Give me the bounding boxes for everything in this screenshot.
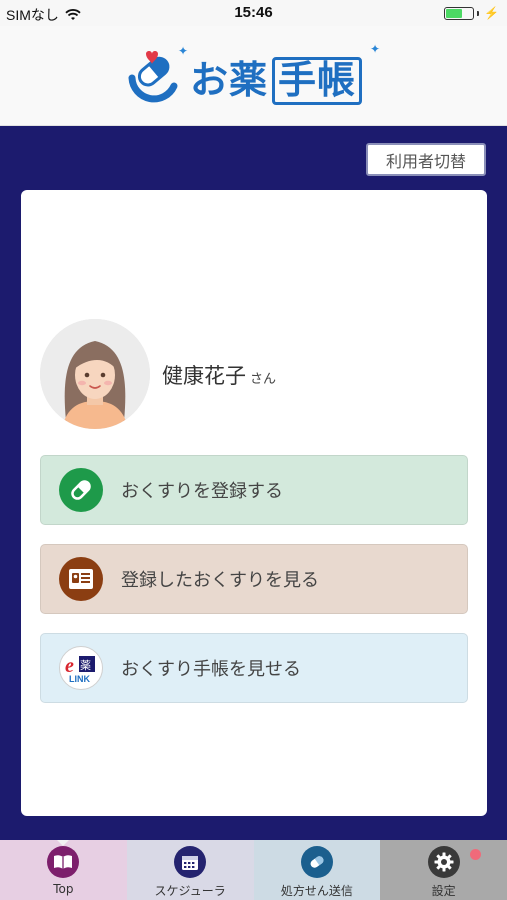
view-medicine-label: 登録したおくすりを見る [121, 570, 319, 591]
active-tab-indicator [57, 840, 70, 846]
switch-user-button[interactable]: 利用者切替 [366, 143, 486, 176]
sparkle-icon: ✦ [370, 42, 381, 56]
notification-badge [470, 849, 481, 860]
tab-top-label: Top [53, 882, 74, 896]
show-notebook-button[interactable]: e 薬 LINK おくすり手帳を見せる [40, 633, 468, 703]
view-medicine-button[interactable]: 登録したおくすりを見る [40, 544, 468, 614]
tab-top[interactable]: Top [0, 840, 127, 900]
status-bar: SIMなし 15:46 ⚡ [0, 0, 507, 26]
logo-text-a: お薬 [190, 59, 269, 102]
register-medicine-button[interactable]: おくすりを登録する [40, 455, 468, 525]
tab-settings-label: 設定 [431, 884, 456, 898]
user-name: 健康花子 さん [162, 360, 276, 390]
status-right: ⚡ [444, 6, 499, 20]
app-logo-text: お薬 手帳 [190, 49, 363, 105]
user-name-text: 健康花子 [162, 364, 246, 388]
battery-tip [477, 10, 480, 16]
app-header: お薬 手帳 ✦ ✦ [0, 26, 507, 126]
user-avatar-icon [40, 319, 150, 429]
tab-bar: Top スケジューラ 処方せん送信 設定 [0, 840, 507, 900]
tab-prescription-label: 処方せん送信 [280, 884, 353, 898]
charging-icon: ⚡ [484, 6, 499, 20]
clock: 15:46 [234, 4, 273, 21]
sparkle-icon: ✦ [178, 44, 189, 58]
user-name-suffix: さん [250, 372, 277, 387]
pill-logo-icon [128, 51, 178, 103]
tab-prescription[interactable]: 処方せん送信 [253, 840, 381, 900]
tab-scheduler-label: スケジューラ [154, 884, 226, 898]
e-kusuri-link-icon: e 薬 LINK [59, 646, 103, 690]
pill-icon [59, 468, 103, 512]
svg-text:薬: 薬 [80, 659, 91, 672]
app-logo: お薬 手帳 ✦ ✦ [126, 40, 381, 112]
book-icon [47, 846, 80, 878]
tab-scheduler[interactable]: スケジューラ [126, 840, 254, 900]
svg-text:LINK: LINK [69, 674, 90, 684]
medicine-list-icon [59, 557, 103, 601]
logo-text-b: 手帳 [272, 56, 363, 105]
show-notebook-label: おくすり手帳を見せる [121, 659, 301, 680]
prescription-icon [300, 846, 333, 878]
gear-icon [427, 846, 460, 878]
calendar-icon [174, 846, 207, 878]
battery-icon [444, 6, 475, 20]
home-card: 健康花子 さん おくすりを登録する 登録したおくすりを見る e 薬 LINK お… [21, 190, 487, 816]
avatar[interactable] [40, 319, 150, 429]
register-medicine-label: おくすりを登録する [121, 481, 283, 502]
tab-settings[interactable]: 設定 [380, 840, 507, 900]
main-area: 利用者切替 健康花子 さん おくすりを登録する 登録したおくすりを見る e 薬 … [0, 126, 507, 840]
